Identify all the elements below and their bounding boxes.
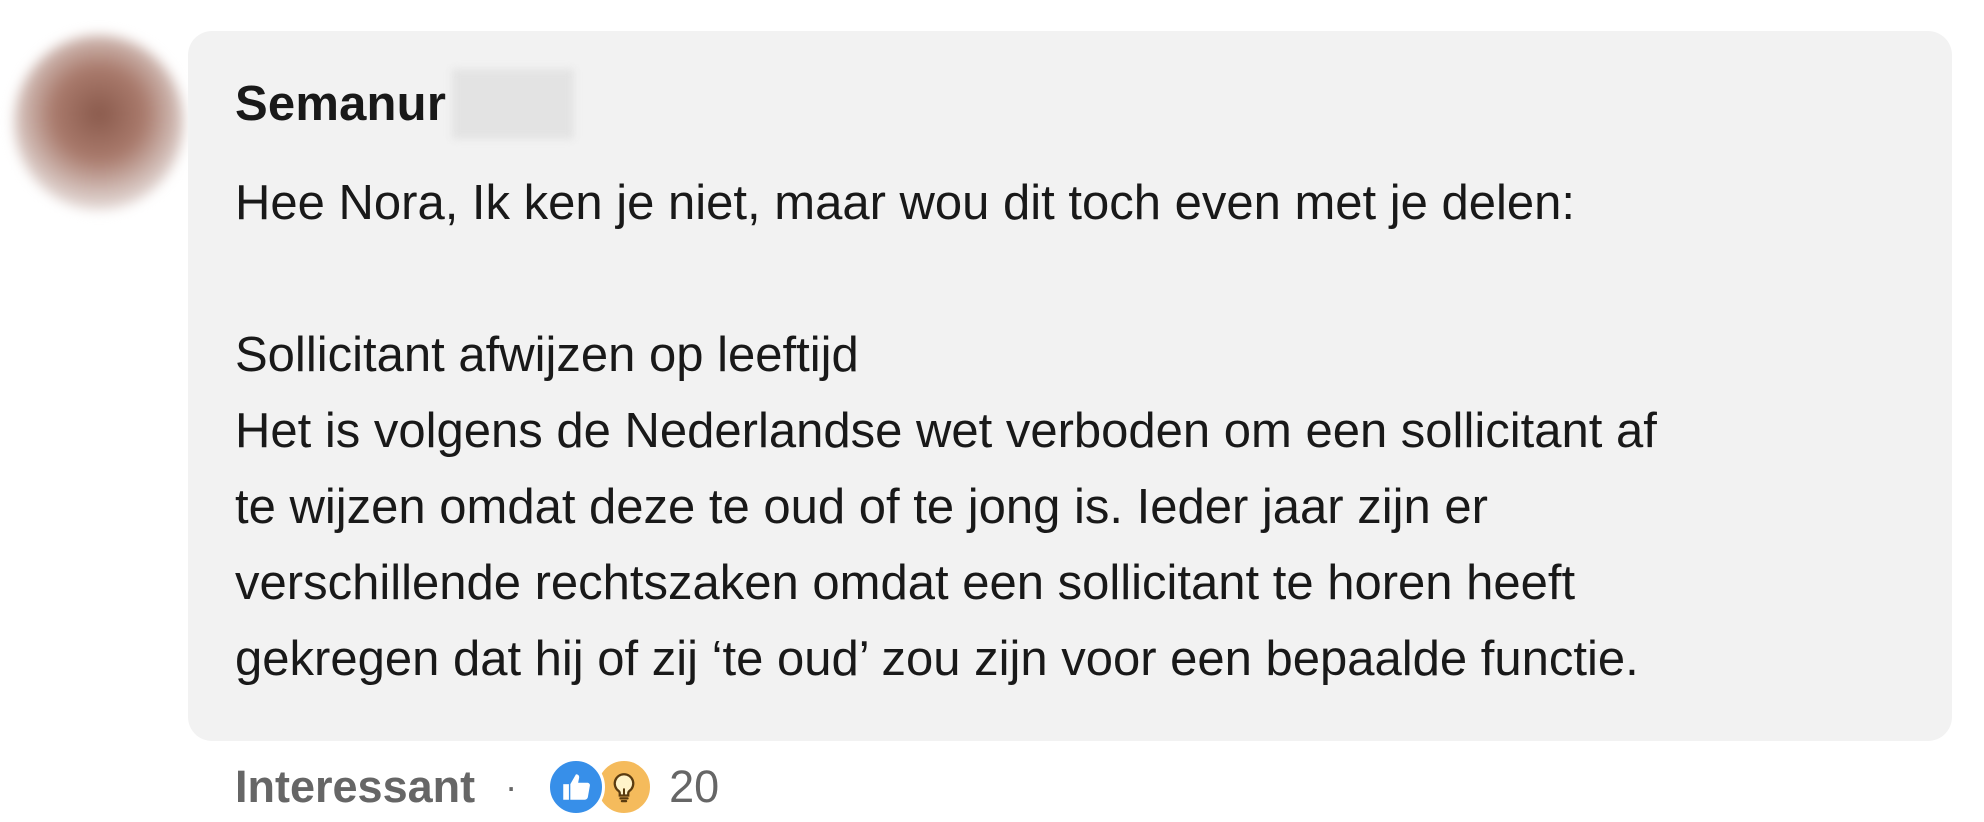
author-name[interactable]: Semanur [235,76,446,132]
comment-line: verschillende rechtszaken omdat een soll… [235,556,1576,610]
reaction-button[interactable]: Interessant [235,761,475,813]
separator-dot: · [505,766,518,807]
author-row: Semanur [235,69,1952,139]
reactions-summary[interactable]: 20 [547,758,719,816]
comment-line: te wijzen omdat deze te oud of te jong i… [235,480,1488,534]
comment-line: Hee Nora, Ik ken je niet, maar wou dit t… [235,176,1576,230]
comment-line: Sollicitant afwijzen op leeftijd [235,328,859,382]
comment-bubble: Semanur Hee Nora, Ik ken je niet, maar w… [188,31,1952,741]
comment-actions: Interessant · 20 [235,757,719,817]
like-icon [547,758,606,816]
comment-line: gekregen dat hij of zij ‘te oud’ zou zij… [235,632,1639,686]
comment-line: Het is volgens de Nederlandse wet verbod… [235,404,1657,458]
comment: Semanur Hee Nora, Ik ken je niet, maar w… [0,0,1984,822]
comment-text: Hee Nora, Ik ken je niet, maar wou dit t… [235,165,1935,697]
avatar[interactable] [14,35,184,210]
redacted-surname [452,69,575,139]
reaction-count: 20 [669,761,720,812]
comment-blank-line [235,241,1935,317]
